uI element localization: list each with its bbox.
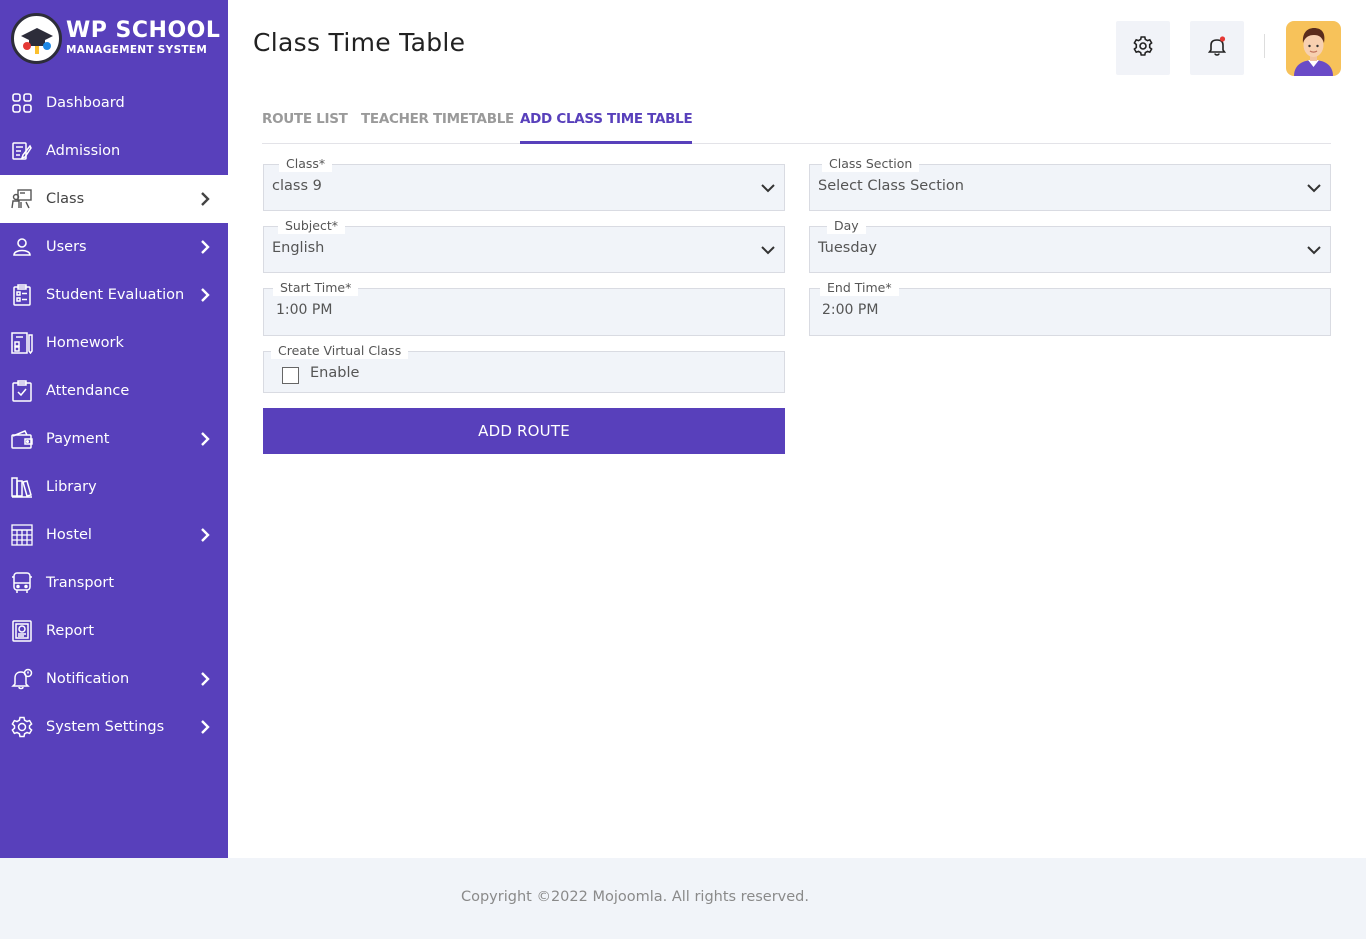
sidebar-item-label: Attendance xyxy=(46,383,130,399)
sidebar-item-transport[interactable]: Transport xyxy=(0,559,228,607)
chevron-right-icon xyxy=(198,528,212,542)
chevron-down-icon xyxy=(1306,180,1322,196)
chevron-down-icon xyxy=(760,242,776,258)
sidebar-item-label: Hostel xyxy=(46,527,92,543)
user-avatar[interactable] xyxy=(1286,21,1341,76)
end-time-input[interactable]: End Time* 2:00 PM xyxy=(809,280,1331,336)
chevron-right-icon xyxy=(198,240,212,254)
tab-teacher-timetable[interactable]: TEACHER TIMETABLE xyxy=(361,108,514,144)
tab-bar: ROUTE LIST TEACHER TIMETABLE ADD CLASS T… xyxy=(262,108,1331,144)
attendance-check-icon xyxy=(11,380,33,402)
class-select[interactable]: Class* class 9 xyxy=(263,156,785,211)
sidebar-item-library[interactable]: Library xyxy=(0,463,228,511)
sidebar-item-report[interactable]: Report xyxy=(0,607,228,655)
hostel-building-icon xyxy=(11,524,33,546)
notifications-button[interactable] xyxy=(1190,21,1244,75)
sidebar-item-label: Transport xyxy=(46,575,115,591)
class-section-select[interactable]: Class Section Select Class Section xyxy=(809,156,1331,211)
sidebar-item-notification[interactable]: Notification xyxy=(0,655,228,703)
notification-bell-icon xyxy=(11,668,33,690)
gear-icon xyxy=(11,716,33,738)
virtual-class-legend: Create Virtual Class xyxy=(271,343,409,359)
class-teacher-icon xyxy=(11,188,33,210)
sidebar-item-label: Users xyxy=(46,239,87,255)
chevron-right-icon xyxy=(198,192,212,206)
sidebar-item-hostel[interactable]: Hostel xyxy=(0,511,228,559)
chevron-right-icon xyxy=(198,672,212,686)
class-section-value: Select Class Section xyxy=(818,178,964,194)
start-time-legend: Start Time* xyxy=(273,280,359,296)
bell-icon xyxy=(1206,35,1228,61)
brand-title: WP SCHOOL xyxy=(66,18,221,43)
subject-select[interactable]: Subject* English xyxy=(263,218,785,273)
evaluation-clipboard-icon xyxy=(11,284,33,306)
sidebar-item-label: Student Evaluation xyxy=(46,287,185,303)
sidebar-item-label: Admission xyxy=(46,143,121,159)
subject-select-value: English xyxy=(272,240,325,256)
footer: Copyright ©2022 Mojoomla. All rights res… xyxy=(0,858,1366,939)
chevron-right-icon xyxy=(198,432,212,446)
chevron-right-icon xyxy=(198,720,212,734)
day-select-value: Tuesday xyxy=(818,240,877,256)
dashboard-grid-icon xyxy=(11,92,33,114)
school-emblem-icon xyxy=(11,12,62,64)
brand-subtitle: MANAGEMENT SYSTEM xyxy=(66,44,208,56)
enable-virtual-class-checkbox[interactable] xyxy=(282,367,299,384)
user-icon xyxy=(11,236,33,258)
sidebar-item-homework[interactable]: Homework xyxy=(0,319,228,367)
copyright-text: Copyright ©2022 Mojoomla. All rights res… xyxy=(460,889,809,905)
tab-route-list[interactable]: ROUTE LIST xyxy=(262,108,348,144)
sidebar-item-label: Report xyxy=(46,623,95,639)
sidebar-item-label: Notification xyxy=(46,671,130,687)
sidebar-item-users[interactable]: Users xyxy=(0,223,228,271)
sidebar-nav: Dashboard Admission Class Users Student … xyxy=(0,79,228,751)
chevron-down-icon xyxy=(760,180,776,196)
header-divider xyxy=(1264,34,1265,58)
day-select[interactable]: Day Tuesday xyxy=(809,218,1331,273)
wallet-icon xyxy=(11,428,33,450)
sidebar-item-label: Homework xyxy=(46,335,124,351)
chevron-right-icon xyxy=(198,288,212,302)
sidebar-item-admission[interactable]: Admission xyxy=(0,127,228,175)
settings-button[interactable] xyxy=(1116,21,1170,75)
sidebar-item-system-settings[interactable]: System Settings xyxy=(0,703,228,751)
class-select-value: class 9 xyxy=(272,178,322,194)
sidebar-item-label: Payment xyxy=(46,431,110,447)
class-section-legend: Class Section xyxy=(822,156,920,172)
sidebar-item-attendance[interactable]: Attendance xyxy=(0,367,228,415)
page-title: Class Time Table xyxy=(253,28,466,57)
enable-checkbox-label[interactable]: Enable xyxy=(310,365,359,381)
end-time-legend: End Time* xyxy=(820,280,899,296)
end-time-value: 2:00 PM xyxy=(822,302,879,318)
homework-book-icon xyxy=(11,332,33,354)
add-route-button[interactable]: ADD ROUTE xyxy=(263,408,785,454)
brand-logo[interactable]: WP SCHOOL MANAGEMENT SYSTEM xyxy=(11,12,226,64)
library-books-icon xyxy=(11,476,33,498)
sidebar: WP SCHOOL MANAGEMENT SYSTEM Dashboard Ad… xyxy=(0,0,228,858)
sidebar-item-label: Class xyxy=(46,191,85,207)
class-select-legend: Class* xyxy=(279,156,333,172)
subject-select-legend: Subject* xyxy=(278,218,345,234)
day-select-legend: Day xyxy=(827,218,866,234)
start-time-value: 1:00 PM xyxy=(276,302,333,318)
sidebar-item-label: System Settings xyxy=(46,719,165,735)
virtual-class-group: Create Virtual Class Enable xyxy=(263,343,785,393)
tab-add-class-time-table[interactable]: ADD CLASS TIME TABLE xyxy=(520,108,693,144)
admission-form-icon xyxy=(11,140,33,162)
sidebar-item-student-evaluation[interactable]: Student Evaluation xyxy=(0,271,228,319)
sidebar-item-payment[interactable]: Payment xyxy=(0,415,228,463)
sidebar-item-dashboard[interactable]: Dashboard xyxy=(0,79,228,127)
gear-icon xyxy=(1132,35,1154,61)
start-time-input[interactable]: Start Time* 1:00 PM xyxy=(263,280,785,336)
sidebar-item-label: Dashboard xyxy=(46,95,125,111)
sidebar-item-class[interactable]: Class xyxy=(0,175,228,223)
report-icon xyxy=(11,620,33,642)
bus-icon xyxy=(11,572,33,594)
sidebar-item-label: Library xyxy=(46,479,97,495)
chevron-down-icon xyxy=(1306,242,1322,258)
